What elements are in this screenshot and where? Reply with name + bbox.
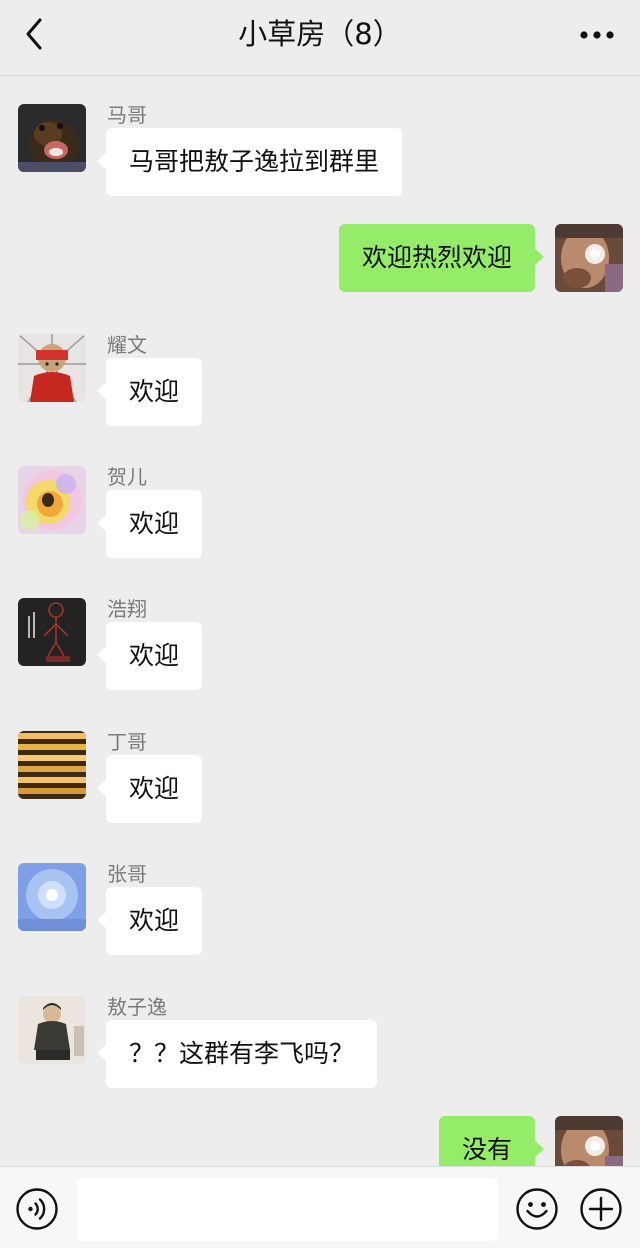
message-item: 没有 [0,1116,640,1166]
voice-icon [16,1188,58,1230]
message-item: 敖子逸 ？？这群有李飞吗？ [0,995,640,1092]
message-bubble[interactable]: 欢迎 [96,887,203,955]
avatar[interactable] [18,104,86,172]
plus-icon [580,1188,622,1230]
message-item: 贺儿 欢迎 [0,465,640,562]
sender-name: 张哥 [107,862,147,886]
message-item: 欢迎热烈欢迎 [0,224,640,294]
message-input[interactable] [77,1178,498,1241]
avatar[interactable] [555,224,623,292]
chat-title: 小草房（8） [238,17,402,51]
message-list[interactable]: 马哥 马哥把敖子逸拉到群里 欢迎热烈欢迎 耀文 欢迎 贺儿 欢迎 浩翔 欢迎 丁… [0,76,640,1166]
avatar[interactable] [18,731,86,799]
message-item: 丁哥 欢迎 [0,730,640,827]
sender-name: 浩翔 [107,597,147,621]
more-actions-button[interactable] [579,1187,623,1231]
voice-button[interactable] [15,1187,59,1231]
more-button[interactable] [576,18,618,52]
message-item: 马哥 马哥把敖子逸拉到群里 [0,103,640,200]
message-item: 耀文 欢迎 [0,333,640,430]
message-bubble[interactable]: 欢迎 [96,490,203,558]
chat-header: 小草房（8） [0,0,640,76]
sender-name: 耀文 [107,333,147,357]
message-bubble[interactable]: 马哥把敖子逸拉到群里 [96,128,403,196]
message-bubble[interactable]: 欢迎 [96,622,203,690]
sender-name: 贺儿 [107,465,147,489]
emoji-icon [516,1188,558,1230]
message-item: 浩翔 欢迎 [0,597,640,694]
avatar[interactable] [18,863,86,931]
message-bubble[interactable]: 欢迎热烈欢迎 [338,224,545,292]
message-bubble[interactable]: 欢迎 [96,358,203,426]
avatar[interactable] [18,334,86,402]
avatar[interactable] [555,1116,623,1166]
message-bubble[interactable]: 欢迎 [96,755,203,823]
avatar[interactable] [18,598,86,666]
message-item: 张哥 欢迎 [0,862,640,959]
sender-name: 敖子逸 [107,995,167,1019]
sender-name: 马哥 [107,103,147,127]
emoji-button[interactable] [515,1187,559,1231]
avatar[interactable] [18,466,86,534]
message-bubble[interactable]: 没有 [438,1116,545,1166]
avatar[interactable] [18,996,86,1064]
input-bar [0,1166,640,1248]
more-horizontal-icon [580,31,614,39]
sender-name: 丁哥 [107,730,147,754]
message-bubble[interactable]: ？？这群有李飞吗？ [96,1020,378,1088]
